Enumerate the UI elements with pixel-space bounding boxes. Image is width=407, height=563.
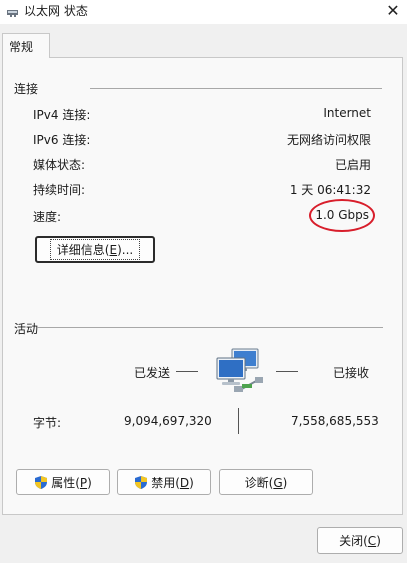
- activity-divider: [37, 327, 383, 328]
- ipv4-value: Internet: [323, 106, 371, 120]
- speed-annotation-circle: [309, 199, 375, 232]
- duration-value: 1 天 06:41:32: [289, 183, 371, 197]
- tab-general[interactable]: 常规: [2, 33, 50, 58]
- properties-button[interactable]: 属性(P): [16, 469, 110, 495]
- window-title: 以太网 状态: [24, 4, 88, 18]
- close-button[interactable]: 关闭(C): [317, 527, 403, 554]
- network-adapter-icon: [7, 10, 18, 17]
- duration-label: 持续时间:: [33, 183, 86, 197]
- bytes-received-value: 7,558,685,553: [291, 414, 379, 428]
- connection-heading: 连接: [14, 82, 39, 96]
- ipv4-label: IPv4 连接:: [33, 108, 91, 122]
- ipv6-value: 无网络访问权限: [286, 133, 371, 147]
- disable-button-label: 禁用(D): [151, 475, 194, 490]
- received-label: 已接收: [333, 366, 370, 380]
- activity-heading: 活动: [14, 322, 39, 336]
- shield-icon: [35, 475, 48, 489]
- general-panel: [2, 57, 403, 515]
- received-line: [276, 371, 298, 372]
- ipv6-label: IPv6 连接:: [33, 133, 91, 147]
- network-computers-icon: [216, 348, 263, 392]
- disable-button[interactable]: 禁用(D): [117, 469, 211, 495]
- details-button[interactable]: 详细信息(E)...: [35, 236, 155, 263]
- bytes-sent-value: 9,094,697,320: [124, 414, 212, 428]
- speed-label: 速度:: [33, 210, 62, 224]
- diagnose-button-label: 诊断(G): [244, 475, 288, 490]
- sent-line: [176, 371, 198, 372]
- media-state-value: 已启用: [334, 158, 371, 172]
- diagnose-button[interactable]: 诊断(G): [219, 469, 313, 495]
- sent-label: 已发送: [134, 366, 171, 380]
- title-bar: 以太网 状态 ✕: [0, 0, 407, 24]
- connection-divider: [90, 88, 382, 89]
- close-button-label: 关闭(C): [339, 534, 381, 548]
- tab-general-label: 常规: [9, 40, 34, 54]
- bytes-label: 字节:: [33, 416, 62, 430]
- properties-button-label: 属性(P): [51, 475, 92, 490]
- media-state-label: 媒体状态:: [33, 158, 86, 172]
- bytes-divider: [238, 408, 239, 434]
- close-icon: ✕: [386, 1, 400, 20]
- shield-icon: [135, 475, 148, 489]
- details-button-label: 详细信息(E)...: [49, 239, 141, 260]
- close-window-button[interactable]: ✕: [381, 0, 405, 22]
